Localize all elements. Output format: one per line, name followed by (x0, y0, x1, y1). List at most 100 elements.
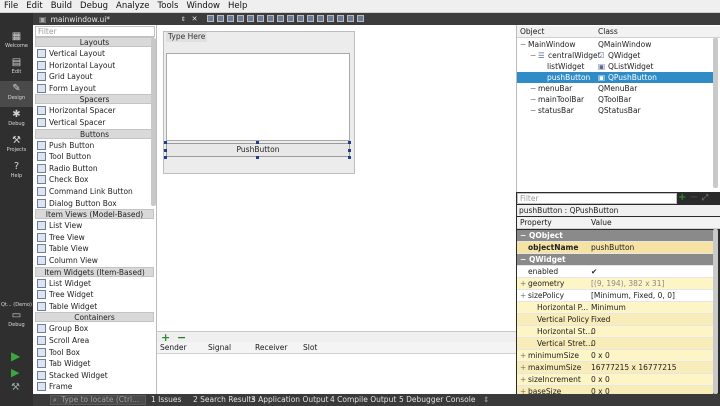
remove-property-icon[interactable]: − (690, 192, 698, 203)
locator-input[interactable]: Type to locate (Ctrl... (50, 395, 146, 405)
resize-handle[interactable] (256, 156, 259, 159)
menu-file[interactable]: File (4, 1, 18, 11)
widget-item[interactable]: Tab Widget (37, 358, 152, 369)
resize-handle[interactable] (164, 156, 167, 159)
expand-icon[interactable]: − (530, 50, 536, 61)
property-row[interactable]: + sizeIncrement 0 x 0 (517, 374, 713, 386)
object-row[interactable]: − mainToolBar QToolBar (517, 94, 713, 105)
menu-debug[interactable]: Debug (80, 1, 108, 11)
form-tool-icon[interactable] (207, 14, 215, 22)
widget-item[interactable]: List View (37, 220, 152, 231)
expand-icon[interactable]: − (530, 83, 536, 94)
property-row[interactable]: Vertical Stret... 0 (517, 338, 713, 350)
widget-item[interactable]: Form Layout (37, 83, 152, 94)
form-tool-icon[interactable] (217, 14, 225, 22)
form-tool-icon[interactable] (257, 14, 265, 22)
expand-icon[interactable]: + (520, 278, 526, 290)
doc-dropdown-icon[interactable]: ⇕ (181, 16, 186, 23)
form-tool-icon[interactable] (357, 14, 365, 22)
expand-icon[interactable]: − (530, 105, 536, 116)
add-property-icon[interactable]: + (678, 192, 686, 203)
list-widget[interactable] (166, 53, 350, 141)
property-row[interactable]: + geometry [(9, 194), 382 x 31] (517, 278, 713, 290)
expand-icon[interactable]: + (520, 374, 526, 386)
object-row[interactable]: pushButton QPushButton ▣ (517, 72, 713, 83)
resize-handle[interactable] (348, 141, 351, 144)
mode-design[interactable]: ✎ Design (0, 81, 33, 107)
object-inspector-scrollbar[interactable] (713, 38, 718, 188)
kit-selector[interactable]: Qt... (Demo) ▭ Debug (0, 302, 33, 328)
form-tool-icon[interactable] (237, 14, 245, 22)
widget-item[interactable]: Command Link Button (37, 186, 152, 197)
property-row[interactable]: Horizontal St... 0 (517, 326, 713, 338)
property-row[interactable]: Vertical Policy Fixed (517, 314, 713, 326)
widget-item[interactable]: Frame (37, 381, 152, 392)
widget-item[interactable]: Stacked Widget (37, 370, 152, 381)
output-tab[interactable]: 1 Issues (151, 394, 181, 406)
menu-edit[interactable]: Edit (26, 1, 42, 11)
form-tool-icon[interactable] (247, 14, 255, 22)
form-tool-icon[interactable] (227, 14, 235, 22)
configure-icon[interactable]: ⤢ (702, 193, 708, 202)
object-row[interactable]: listWidget QListWidget ▣ (517, 61, 713, 72)
widget-item[interactable]: Tool Box (37, 347, 152, 358)
resize-handle[interactable] (256, 141, 259, 144)
output-tab[interactable]: 2 Search Results (193, 394, 255, 406)
object-row[interactable]: − statusBar QStatusBar (517, 105, 713, 116)
resize-handle[interactable] (164, 149, 167, 152)
resize-handle[interactable] (348, 149, 351, 152)
widget-category[interactable]: Layouts (35, 37, 154, 47)
debug-run-icon[interactable]: ▶ (11, 366, 19, 379)
widget-item[interactable]: Tree View (37, 232, 152, 243)
property-row[interactable]: enabled ✔ (517, 266, 713, 278)
expand-icon[interactable]: + (520, 362, 526, 374)
widget-item[interactable]: Dialog Button Box (37, 198, 152, 209)
expand-icon[interactable]: + (520, 290, 526, 302)
expand-icon[interactable]: − (520, 39, 526, 50)
mode-welcome[interactable]: ▦ Welcome (0, 29, 33, 55)
output-tab[interactable]: 5 Debugger Console (399, 394, 475, 406)
widget-category[interactable]: Item Views (Model-Based) (35, 209, 154, 220)
expand-icon[interactable]: − (530, 94, 536, 105)
menu-build[interactable]: Build (51, 1, 72, 11)
widget-item[interactable]: Group Box (37, 323, 152, 334)
close-document-icon[interactable]: ✕ (192, 15, 198, 23)
menu-type-here[interactable]: Type Here (166, 32, 208, 42)
widget-item[interactable]: Grid Layout (37, 71, 152, 82)
form-tool-icon[interactable] (327, 14, 335, 22)
run-icon[interactable]: ▶ (11, 349, 20, 363)
widget-filter-input[interactable]: Filter (35, 26, 155, 37)
object-row[interactable]: − centralWidget ☰ QWidget ☑ (517, 50, 713, 61)
signal-slot-list[interactable] (157, 354, 516, 394)
mode-edit[interactable]: ▤ Edit (0, 55, 33, 81)
checkbox-icon[interactable]: ✔ (591, 266, 597, 278)
mode-projects[interactable]: ⚒ Projects (0, 133, 33, 159)
collapse-icon[interactable]: − (520, 254, 526, 266)
column-slot[interactable]: Slot (303, 342, 317, 354)
property-row[interactable]: + sizePolicy [Minimum, Fixed, 0, 0] (517, 290, 713, 302)
build-icon[interactable]: ⚒ (11, 382, 20, 393)
doc-filename[interactable]: mainwindow.ui* (51, 15, 181, 24)
form-tool-icon[interactable] (317, 14, 325, 22)
widget-item[interactable]: Tree Widget (37, 289, 152, 300)
widget-item[interactable]: Check Box (37, 174, 152, 185)
form-tool-icon[interactable] (267, 14, 275, 22)
widget-category[interactable]: Buttons (35, 128, 154, 139)
widget-item[interactable]: Column View (37, 255, 152, 266)
widget-item[interactable]: Vertical Layout (37, 48, 152, 59)
form-tool-icon[interactable] (347, 14, 355, 22)
form-tool-icon[interactable] (277, 14, 285, 22)
push-button[interactable]: PushButton (166, 143, 350, 157)
widget-item[interactable]: Table Widget (37, 301, 152, 312)
output-tab[interactable]: 3 Application Output (251, 394, 329, 406)
column-signal[interactable]: Signal (208, 342, 231, 354)
widget-item[interactable]: Table View (37, 243, 152, 254)
widget-category[interactable]: Spacers (35, 94, 154, 105)
column-receiver[interactable]: Receiver (255, 342, 287, 354)
widget-category[interactable]: Item Widgets (Item-Based) (35, 266, 154, 277)
output-tab[interactable]: 4 Compile Output (330, 394, 396, 406)
form-tool-icon[interactable] (337, 14, 345, 22)
menu-tools[interactable]: Tools (158, 1, 179, 11)
property-row[interactable]: + maximumSize 16777215 x 16777215 (517, 362, 713, 374)
mode-debug[interactable]: ✱ Debug (0, 107, 33, 133)
